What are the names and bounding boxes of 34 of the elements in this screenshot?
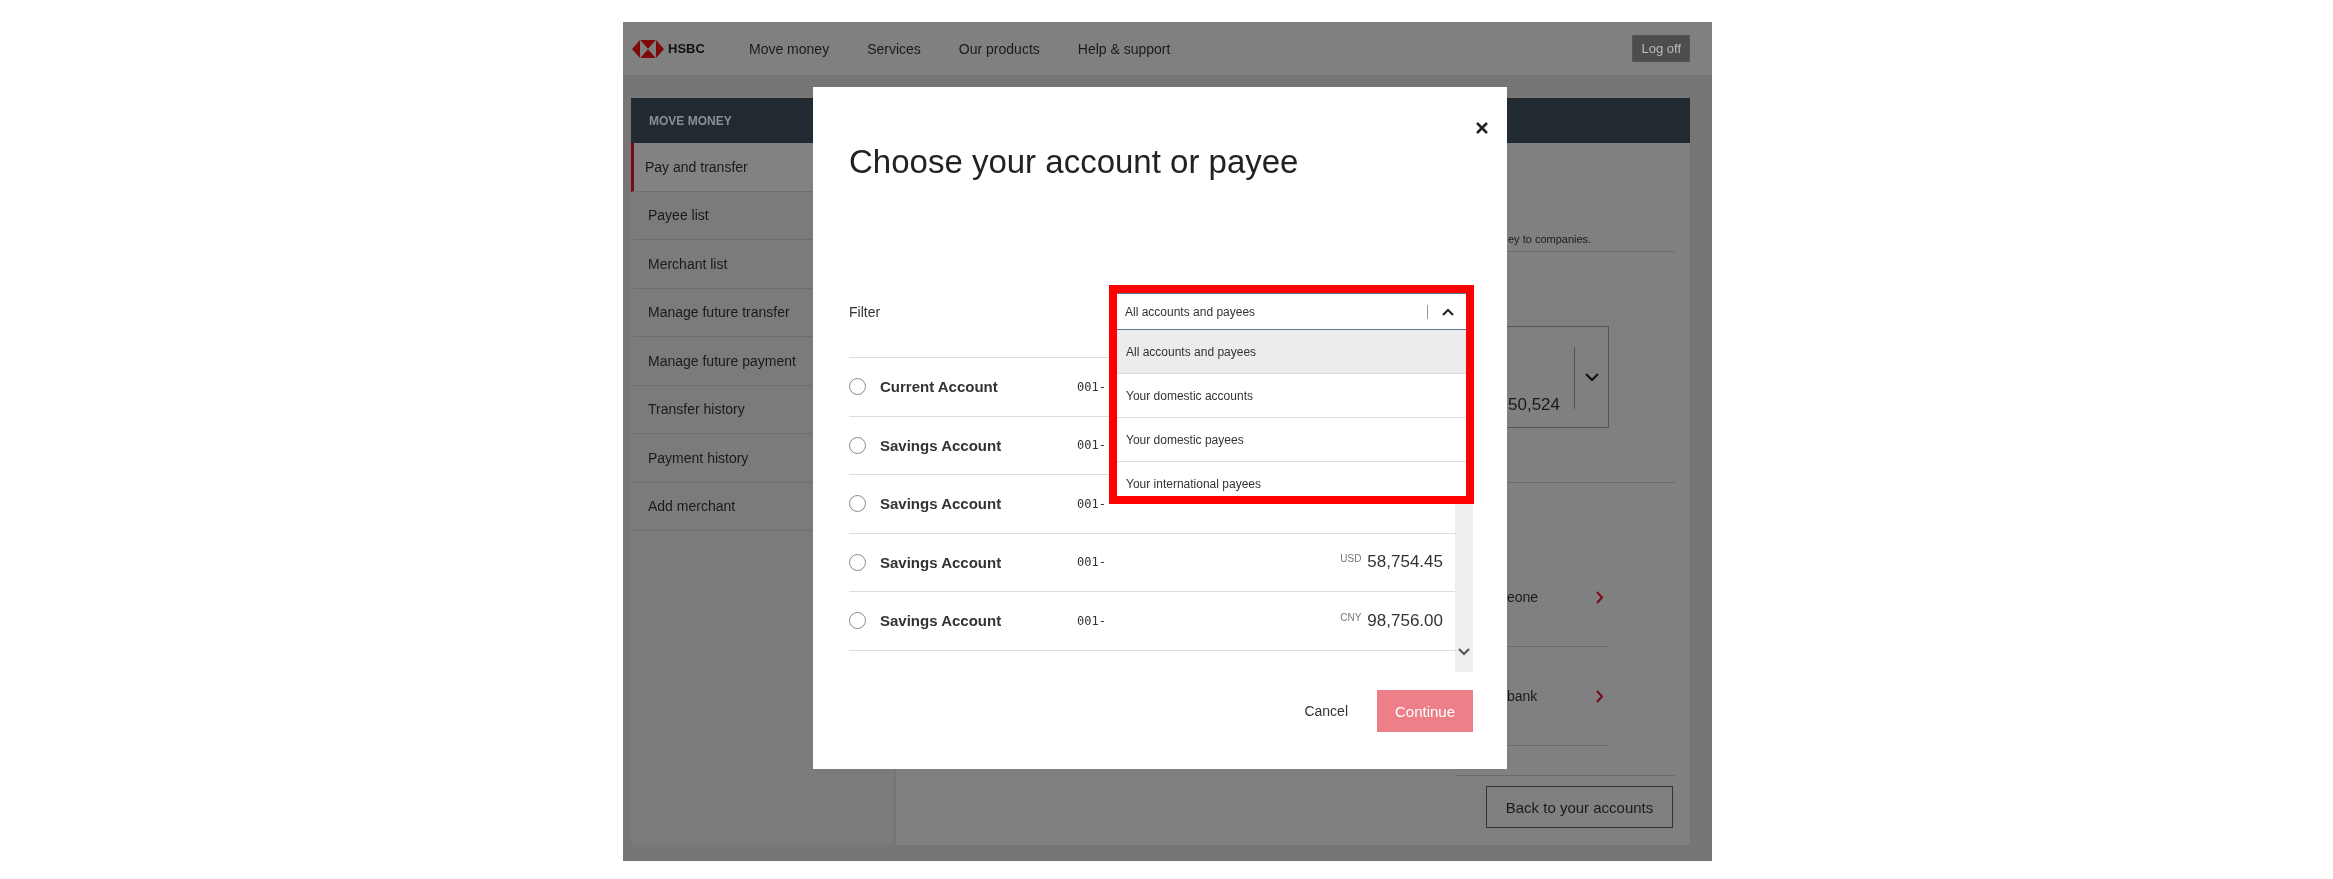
nav-link[interactable]: Move money	[749, 40, 830, 57]
filter-dropdown[interactable]: All accounts and payees	[1117, 293, 1466, 330]
currency-code: USD	[1340, 553, 1362, 565]
account-balance: 58,754.45	[1367, 552, 1443, 573]
chevron-right-icon	[1596, 689, 1604, 703]
back-button[interactable]: Back to your accounts	[1486, 786, 1673, 828]
nav-link[interactable]: Help & support	[1077, 40, 1171, 57]
brand-name: HSBC	[668, 41, 705, 56]
account-number: 001-	[1077, 613, 1106, 628]
intro-text: ey to companies.	[1508, 233, 1592, 245]
close-icon	[1475, 121, 1489, 135]
account-number: 001-	[1077, 379, 1106, 394]
nav-link[interactable]: Services	[867, 40, 921, 57]
balance-text: 50,524	[1508, 395, 1561, 415]
filter-label: Filter	[849, 303, 882, 320]
chevron-down-icon	[1585, 372, 1599, 382]
close-button[interactable]	[1475, 121, 1489, 135]
currency-code: CNY	[1340, 611, 1362, 623]
account-name: Savings Account	[880, 612, 1003, 630]
option-text: bank	[1507, 688, 1539, 704]
nav-link[interactable]: Our products	[958, 40, 1040, 57]
account-name: Savings Account	[880, 553, 1003, 571]
account-number: 001-	[1077, 438, 1106, 453]
logo-icon[interactable]	[632, 39, 664, 58]
cancel-button[interactable]: Cancel	[1304, 703, 1348, 719]
logoff-button[interactable]: Log off	[1632, 35, 1690, 62]
section-title: MOVE MONEY	[648, 113, 732, 128]
account-number: 001-	[1077, 555, 1106, 570]
account-balance: 98,756.00	[1367, 610, 1443, 631]
account-number: 001-	[1077, 496, 1106, 511]
dropdown-option[interactable]: All accounts and payees	[1117, 330, 1466, 374]
chevron-down-icon	[1458, 648, 1470, 656]
option-text: eone	[1507, 589, 1540, 605]
chevron-right-icon	[1596, 590, 1604, 604]
